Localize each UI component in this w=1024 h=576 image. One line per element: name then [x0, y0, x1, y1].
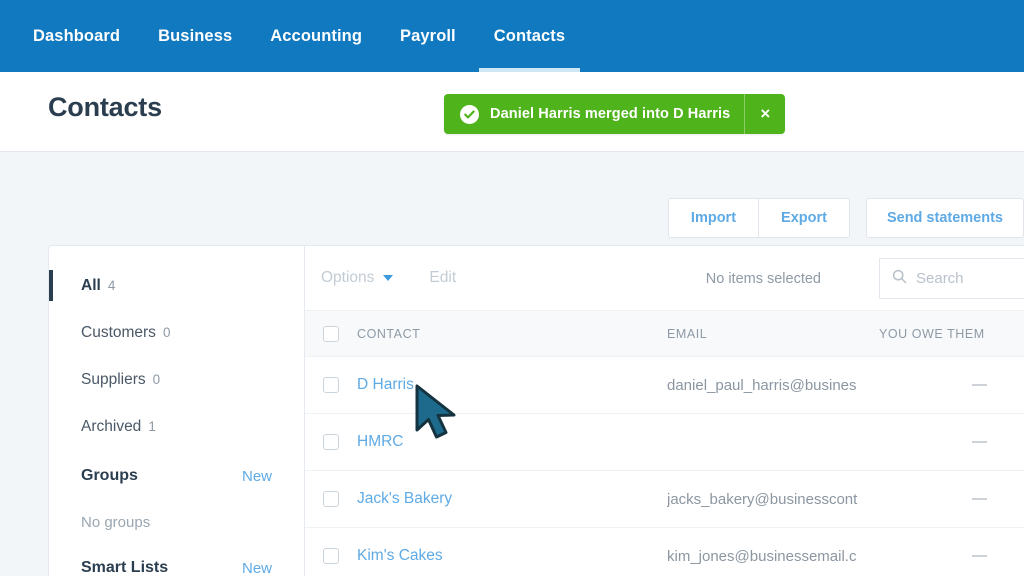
- email-text: kim_jones@businessemail.c: [667, 547, 857, 565]
- email-text: daniel_paul_harris@busines: [667, 376, 857, 394]
- you-owe-them-value: —: [972, 547, 987, 564]
- row-you-owe-them-cell: —: [879, 490, 997, 508]
- email-text: jacks_bakery@businesscont: [667, 490, 858, 508]
- row-you-owe-them-cell: —: [879, 433, 997, 451]
- row-checkbox-cell: [305, 377, 357, 393]
- row-checkbox-cell: [305, 548, 357, 564]
- groups-empty-text: No groups: [81, 513, 151, 531]
- page-actions: Import Export Send statements: [667, 198, 1024, 238]
- row-email-cell: daniel_paul_harris@busines: [667, 377, 879, 394]
- nav-item-contacts[interactable]: Contacts: [475, 0, 584, 72]
- sidebar-item-label: Suppliers: [81, 370, 146, 388]
- sidebar-item-archived[interactable]: Archived 1: [49, 403, 304, 450]
- sidebar-item-count: 4: [107, 278, 116, 293]
- toast-message: Daniel Harris merged into D Harris: [490, 106, 731, 122]
- contacts-main-panel: Options Edit No items selected ✕: [305, 246, 1024, 576]
- contacts-toolbar: Options Edit No items selected ✕: [305, 246, 1024, 311]
- select-all-checkbox[interactable]: [323, 325, 339, 342]
- table-header-row: CONTACT EMAIL YOU OWE THEM: [305, 311, 1024, 357]
- column-header-email[interactable]: EMAIL: [667, 327, 879, 341]
- table-row[interactable]: Kim's Cakes kim_jones@businessemail.c — …: [305, 528, 1024, 576]
- row-trailing-cell: —: [997, 547, 1024, 565]
- chevron-down-icon: [383, 275, 394, 281]
- export-button[interactable]: Export: [759, 198, 850, 238]
- new-group-link[interactable]: New: [242, 468, 272, 485]
- contact-link[interactable]: HMRC: [357, 433, 404, 450]
- nav-item-payroll[interactable]: Payroll: [381, 0, 475, 72]
- import-button[interactable]: Import: [667, 198, 760, 238]
- row-checkbox[interactable]: [323, 548, 339, 564]
- row-email-cell: kim_jones@businessemail.c: [667, 548, 879, 565]
- selection-status: No items selected: [705, 270, 821, 287]
- table-row[interactable]: HMRC — —: [305, 414, 1024, 471]
- smart-lists-section-header: Smart Lists New: [49, 542, 304, 576]
- sidebar-item-label: Customers: [81, 323, 156, 341]
- you-owe-them-value: —: [972, 490, 987, 507]
- row-you-owe-them-cell: —: [879, 547, 997, 565]
- sidebar-item-label: All: [81, 276, 101, 294]
- search-input[interactable]: [916, 270, 1024, 287]
- nav-label: Business: [158, 26, 233, 45]
- contact-link[interactable]: D Harris: [357, 376, 414, 393]
- row-contact-cell: HMRC: [357, 433, 667, 451]
- row-checkbox[interactable]: [323, 491, 339, 507]
- contact-link[interactable]: Jack's Bakery: [357, 490, 452, 507]
- app-window: Dashboard Business Accounting Payroll Co…: [0, 0, 1024, 576]
- row-contact-cell: Kim's Cakes: [357, 547, 667, 565]
- row-checkbox[interactable]: [323, 434, 339, 450]
- contacts-card: All 4 Customers 0 Suppliers 0 Archived 1…: [48, 245, 1024, 576]
- nav-item-accounting[interactable]: Accounting: [251, 0, 381, 72]
- toast-body: Daniel Harris merged into D Harris: [444, 94, 744, 134]
- row-trailing-cell: —: [997, 490, 1024, 508]
- column-header-contact[interactable]: CONTACT: [357, 327, 667, 341]
- contacts-sidebar: All 4 Customers 0 Suppliers 0 Archived 1…: [49, 246, 305, 576]
- nav-label: Contacts: [493, 26, 566, 45]
- row-you-owe-them-cell: —: [879, 376, 997, 394]
- you-owe-them-value: —: [972, 433, 987, 450]
- page-title: Contacts: [48, 92, 162, 122]
- row-contact-cell: D Harris: [357, 376, 667, 394]
- import-export-button-group: Import Export: [667, 198, 850, 238]
- nav-item-dashboard[interactable]: Dashboard: [14, 0, 139, 72]
- contact-link[interactable]: Kim's Cakes: [357, 547, 443, 564]
- column-header-you-owe-them[interactable]: YOU OWE THEM: [879, 327, 997, 341]
- nav-item-business[interactable]: Business: [139, 0, 251, 72]
- check-circle-icon: [460, 104, 479, 124]
- search-icon: [892, 269, 907, 289]
- search-box[interactable]: ✕: [879, 258, 1024, 299]
- options-label: Options: [321, 269, 375, 286]
- nav-label: Payroll: [400, 26, 456, 45]
- sidebar-item-count: 1: [148, 419, 156, 434]
- select-all-checkbox-cell: [305, 325, 357, 342]
- nav-label: Accounting: [270, 26, 363, 45]
- you-owe-them-value: —: [972, 376, 987, 393]
- sidebar-item-count: 0: [162, 325, 171, 340]
- sidebar-item-count: 0: [152, 372, 161, 387]
- sidebar-item-label: Archived: [81, 417, 142, 435]
- top-navigation-bar: Dashboard Business Accounting Payroll Co…: [0, 0, 1024, 72]
- sidebar-item-customers[interactable]: Customers 0: [49, 309, 304, 356]
- table-row[interactable]: Jack's Bakery jacks_bakery@businesscont …: [305, 471, 1024, 528]
- row-checkbox[interactable]: [323, 377, 339, 393]
- row-trailing-cell: —: [997, 376, 1024, 394]
- new-smart-list-link[interactable]: New: [242, 560, 272, 576]
- row-email-cell: jacks_bakery@businesscont: [667, 491, 879, 508]
- smart-lists-title: Smart Lists: [81, 559, 169, 576]
- row-checkbox-cell: [305, 434, 357, 450]
- merge-success-toast: Daniel Harris merged into D Harris ×: [444, 94, 786, 134]
- sidebar-item-suppliers[interactable]: Suppliers 0: [49, 356, 304, 403]
- options-dropdown[interactable]: Options: [321, 269, 394, 287]
- row-trailing-cell: —: [997, 433, 1024, 451]
- groups-section-header: Groups New: [49, 450, 304, 502]
- send-statements-button[interactable]: Send statements: [865, 198, 1024, 238]
- groups-title: Groups: [81, 467, 138, 484]
- table-row[interactable]: D Harris daniel_paul_harris@busines — —: [305, 357, 1024, 414]
- toast-close-button[interactable]: ×: [745, 94, 785, 134]
- edit-button[interactable]: Edit: [429, 269, 456, 287]
- row-contact-cell: Jack's Bakery: [357, 490, 667, 508]
- nav-items: Dashboard Business Accounting Payroll Co…: [0, 0, 584, 72]
- sidebar-item-all[interactable]: All 4: [49, 262, 304, 309]
- row-checkbox-cell: [305, 491, 357, 507]
- nav-label: Dashboard: [33, 26, 121, 45]
